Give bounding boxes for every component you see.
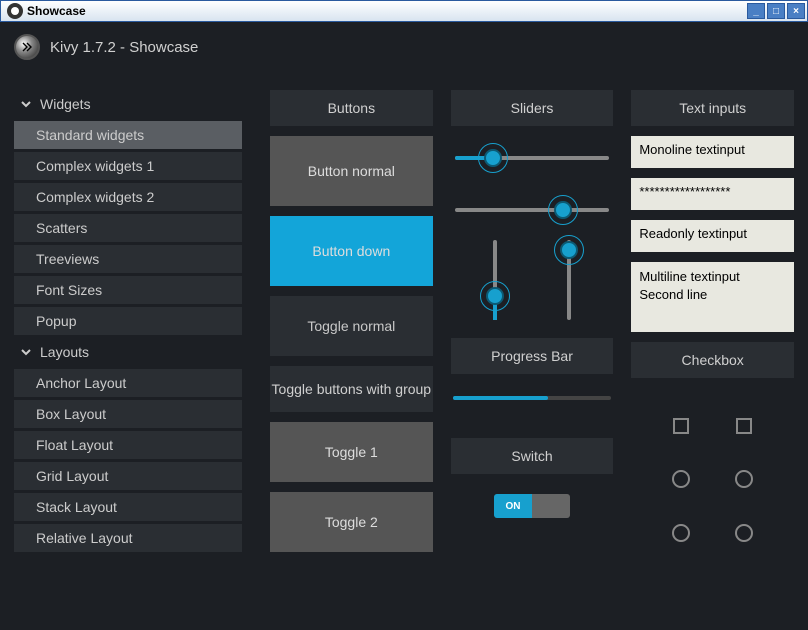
horizontal-slider-2[interactable] [451, 188, 614, 232]
window-title: Showcase [27, 4, 747, 18]
chevron-down-icon [20, 346, 32, 358]
toggle-group-label: Toggle buttons with group [270, 366, 433, 412]
checkbox-header: Checkbox [631, 342, 794, 378]
accordion-layouts[interactable]: Layouts [14, 338, 242, 366]
sidebar-item-font-sizes[interactable]: Font Sizes [14, 276, 242, 304]
vertical-slider-1[interactable] [493, 240, 497, 320]
toggle-2[interactable]: Toggle 2 [270, 492, 433, 552]
monoline-textinput[interactable]: Monoline textinput [631, 136, 794, 168]
toggle-1[interactable]: Toggle 1 [270, 422, 433, 482]
accordion-label: Layouts [40, 344, 89, 360]
accordion-label: Widgets [40, 96, 91, 112]
sidebar-item-treeviews[interactable]: Treeviews [14, 245, 242, 273]
accordion-widgets[interactable]: Widgets [14, 90, 242, 118]
sidebar-item-grid-layout[interactable]: Grid Layout [14, 462, 242, 490]
toggle-normal[interactable]: Toggle normal [270, 296, 433, 356]
sidebar-item-scatters[interactable]: Scatters [14, 214, 242, 242]
app-title: Kivy 1.7.2 - Showcase [50, 39, 198, 56]
window-icon [7, 3, 23, 19]
sidebar-item-complex-widgets-1[interactable]: Complex widgets 1 [14, 152, 242, 180]
radio-2[interactable] [735, 470, 753, 488]
switch-thumb [532, 494, 570, 518]
switch-on-label: ON [494, 494, 532, 518]
sidebar: Widgets Standard widgets Complex widgets… [14, 90, 242, 616]
checkbox-1[interactable] [673, 418, 689, 434]
sidebar-item-box-layout[interactable]: Box Layout [14, 400, 242, 428]
checkbox-grid [631, 418, 794, 542]
readonly-textinput: Readonly textinput [631, 220, 794, 252]
minimize-button[interactable]: _ [747, 3, 765, 19]
window-titlebar: Showcase _ □ × [0, 0, 808, 22]
app-header: Kivy 1.7.2 - Showcase [0, 22, 808, 72]
progress-bar [451, 396, 614, 400]
sliders-header: Sliders [451, 90, 614, 126]
horizontal-slider-1[interactable] [451, 136, 614, 180]
radio-3[interactable] [672, 524, 690, 542]
buttons-header: Buttons [270, 90, 433, 126]
multiline-textinput[interactable]: Multiline textinput Second line [631, 262, 794, 332]
close-button[interactable]: × [787, 3, 805, 19]
radio-1[interactable] [672, 470, 690, 488]
button-normal[interactable]: Button normal [270, 136, 433, 206]
chevron-down-icon [20, 98, 32, 110]
sidebar-item-popup[interactable]: Popup [14, 307, 242, 335]
vertical-slider-2[interactable] [567, 240, 571, 320]
sliders-column: Sliders [451, 90, 614, 616]
switch[interactable]: ON [494, 494, 570, 518]
buttons-column: Buttons Button normal Button down Toggle… [270, 90, 433, 616]
switch-header: Switch [451, 438, 614, 474]
textinputs-header: Text inputs [631, 90, 794, 126]
sidebar-item-float-layout[interactable]: Float Layout [14, 431, 242, 459]
checkbox-2[interactable] [736, 418, 752, 434]
button-down[interactable]: Button down [270, 216, 433, 286]
radio-4[interactable] [735, 524, 753, 542]
sidebar-item-stack-layout[interactable]: Stack Layout [14, 493, 242, 521]
sidebar-item-complex-widgets-2[interactable]: Complex widgets 2 [14, 183, 242, 211]
textinputs-column: Text inputs Monoline textinput *********… [631, 90, 794, 616]
password-textinput[interactable]: ****************** [631, 178, 794, 210]
progress-bar-header: Progress Bar [451, 338, 614, 374]
kivy-logo-icon [14, 34, 40, 60]
sidebar-item-relative-layout[interactable]: Relative Layout [14, 524, 242, 552]
sidebar-item-anchor-layout[interactable]: Anchor Layout [14, 369, 242, 397]
app-body: Kivy 1.7.2 - Showcase Widgets Standard w… [0, 22, 808, 630]
maximize-button[interactable]: □ [767, 3, 785, 19]
sidebar-item-standard-widgets[interactable]: Standard widgets [14, 121, 242, 149]
